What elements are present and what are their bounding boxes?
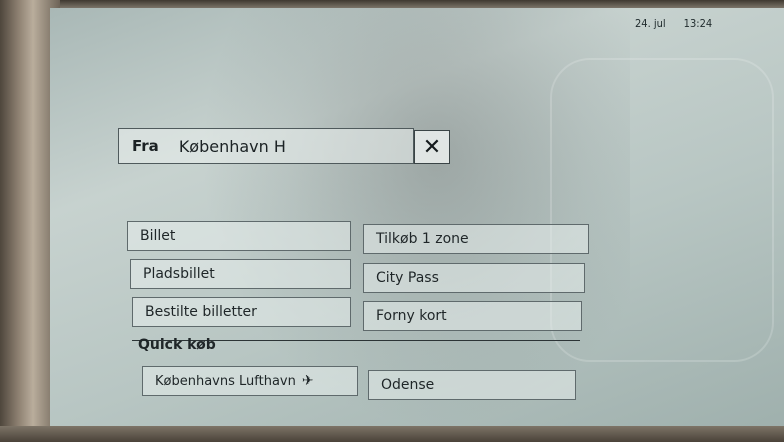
billet-button[interactable]: Billet (127, 221, 351, 251)
status-bar: 24. jul 13:24 (635, 17, 712, 30)
quick-kobenhavns-lufthavn-button[interactable]: Københavns Lufthavn ✈ (142, 366, 358, 396)
pladsbillet-button[interactable]: Pladsbillet (130, 259, 351, 289)
tilkob-1-zone-button-label: Tilkøb 1 zone (376, 231, 469, 247)
city-pass-button-label: City Pass (376, 270, 439, 286)
quick-odense-label: Odense (381, 377, 435, 393)
background-decoration (550, 58, 774, 362)
pladsbillet-button-label: Pladsbillet (143, 266, 215, 282)
billet-button-label: Billet (140, 228, 176, 244)
kiosk-screen: 24. jul 13:24 Fra København H ✕ Billet P… (50, 8, 784, 428)
quick-odense-button[interactable]: Odense (368, 370, 576, 400)
quick-buy-title: Quick køb (138, 337, 216, 353)
clear-from-button[interactable]: ✕ (414, 130, 450, 164)
from-label: Fra (132, 137, 159, 155)
status-date: 24. jul (635, 17, 666, 30)
forny-kort-button[interactable]: Forny kort (363, 301, 582, 331)
status-time: 13:24 (683, 17, 713, 30)
bestilte-billetter-button[interactable]: Bestilte billetter (132, 297, 351, 327)
from-station-value: København H (178, 136, 286, 156)
tilkob-1-zone-button[interactable]: Tilkøb 1 zone (363, 224, 589, 254)
quick-airport-label: Københavns Lufthavn (155, 373, 296, 389)
kiosk-frame-bottom (0, 426, 784, 442)
bestilte-billetter-button-label: Bestilte billetter (145, 304, 257, 320)
forny-kort-button-label: Forny kort (376, 308, 447, 324)
close-icon: ✕ (422, 134, 442, 160)
from-station-field[interactable]: Fra København H (118, 128, 414, 164)
airplane-icon: ✈ (301, 373, 314, 389)
city-pass-button[interactable]: City Pass (363, 263, 585, 293)
